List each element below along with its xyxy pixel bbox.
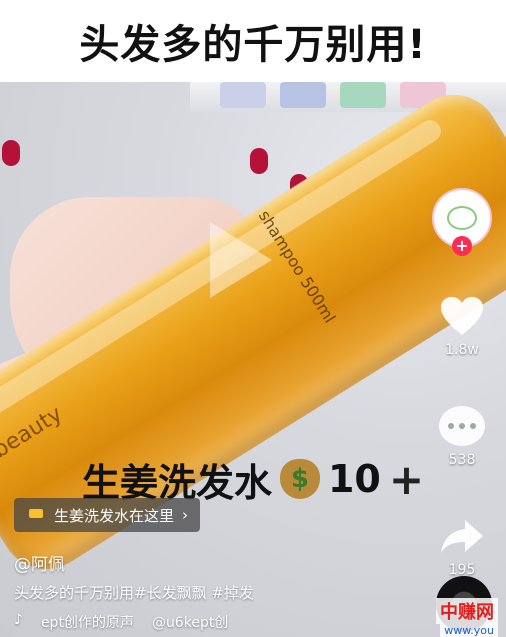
- right-action-rail: + 1.8w 538 195: [432, 182, 492, 578]
- like-count: 1.8w: [445, 342, 479, 358]
- comment-button[interactable]: [438, 404, 486, 448]
- creator-avatar[interactable]: +: [432, 188, 492, 256]
- price-plus: +: [388, 454, 425, 504]
- music-author: @u6kept创: [151, 615, 229, 631]
- avatar-face-icon: [447, 206, 477, 230]
- play-watermark-icon: [210, 222, 272, 298]
- music-note-icon: ♪: [14, 612, 23, 628]
- music-title: ept创作的原声: [40, 615, 134, 631]
- post-description: 头发多的千万别用#长发飘飘 #掉发: [14, 584, 254, 602]
- chevron-right-icon: ›: [182, 506, 189, 524]
- like-button[interactable]: [438, 294, 486, 338]
- money-bag-icon: $: [279, 459, 320, 499]
- fingernail: [250, 148, 268, 174]
- music-ticker[interactable]: ♪ ept创作的原声 @u6kept创: [14, 612, 228, 632]
- price-value: 10: [327, 457, 381, 501]
- shop-product-link[interactable]: 生姜洗发水在这里 ›: [14, 498, 201, 532]
- site-watermark: 中赚网 www.you: [436, 598, 498, 637]
- share-arrow-icon: [441, 520, 483, 553]
- site-watermark-url: www.you: [440, 624, 498, 637]
- video-frame[interactable]: beauty shampoo 500ml 生姜洗发水 $ 10 + + 1.8w…: [0, 82, 506, 637]
- shopping-cart-icon: [26, 507, 46, 523]
- comment-bubble-icon: [439, 406, 485, 446]
- follow-button[interactable]: +: [452, 236, 472, 256]
- share-button[interactable]: [438, 514, 486, 558]
- shelf-jar: [340, 82, 386, 108]
- shelf-jar: [220, 82, 266, 108]
- comment-count: 538: [448, 452, 476, 468]
- author-name[interactable]: @阿佩: [14, 550, 65, 575]
- heart-icon: [441, 297, 483, 335]
- fingernail: [2, 140, 20, 166]
- site-watermark-name: 中赚网: [436, 598, 498, 624]
- shop-link-label: 生姜洗发水在这里: [54, 506, 175, 525]
- video-top-title: 头发多的千万别用!: [0, 0, 506, 82]
- shelf-jar: [280, 82, 326, 108]
